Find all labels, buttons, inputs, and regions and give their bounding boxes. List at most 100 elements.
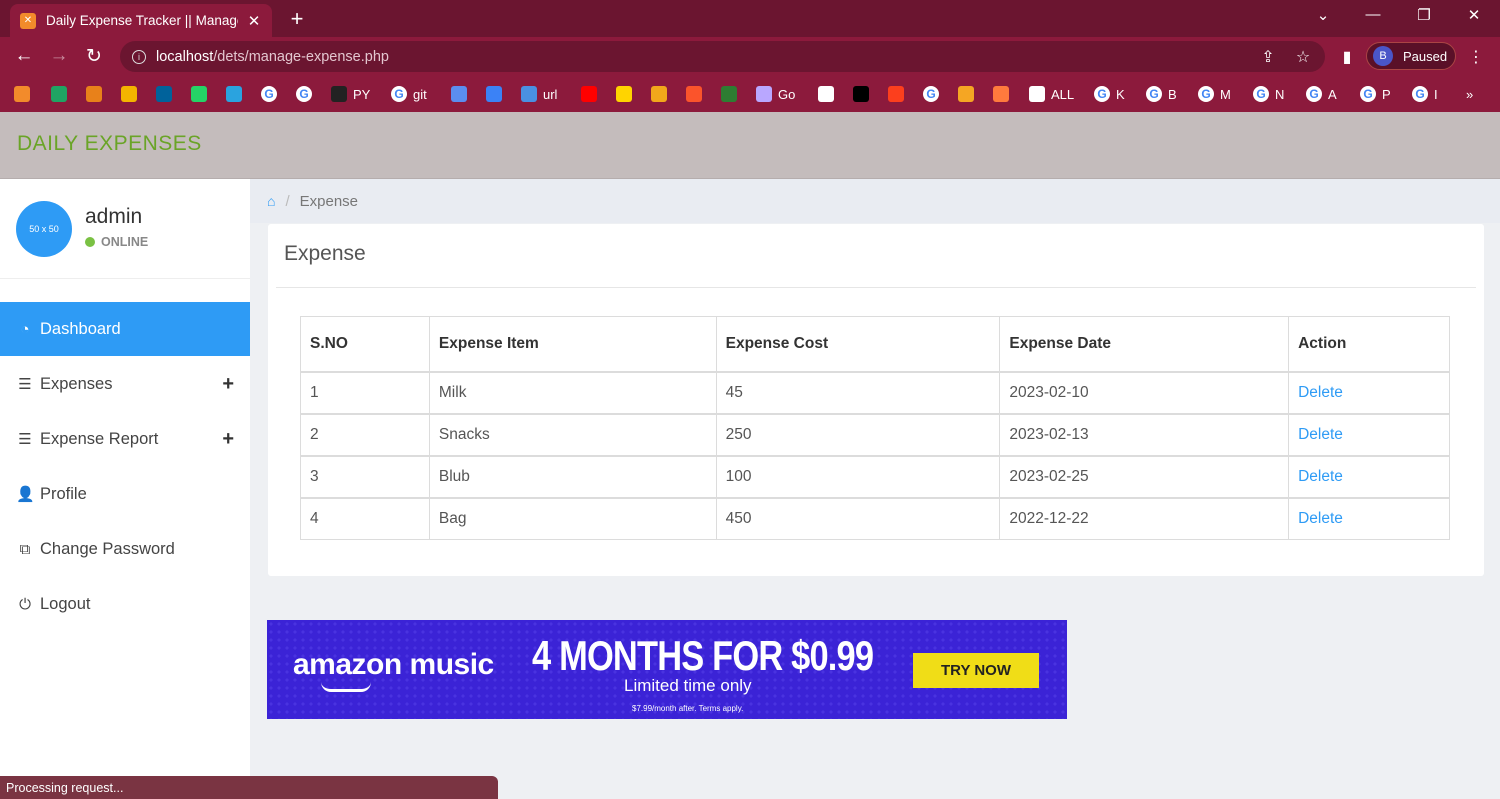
bookmark-item[interactable] bbox=[721, 84, 743, 104]
arrow-icon bbox=[958, 86, 974, 102]
profile-button[interactable]: B Paused bbox=[1366, 42, 1456, 70]
home-icon[interactable]: ⌂ bbox=[267, 193, 275, 209]
sidebar-item-expense-report[interactable]: ☰ Expense Report + bbox=[0, 412, 250, 466]
sidebar-item-label: Profile bbox=[40, 484, 87, 503]
bookmark-item[interactable]: GN bbox=[1253, 84, 1284, 104]
more-bookmarks-chevron-icon[interactable]: » bbox=[1466, 84, 1473, 104]
go-icon bbox=[756, 86, 772, 102]
sidebar-item-expenses[interactable]: ☰ Expenses + bbox=[0, 357, 250, 411]
brand-title[interactable]: DAILY EXPENSES bbox=[17, 132, 202, 156]
sidebar-item-dashboard[interactable]: ◔ Dashboard bbox=[0, 302, 250, 356]
expand-plus-icon[interactable]: + bbox=[222, 373, 234, 396]
column-header: Expense Date bbox=[999, 316, 1290, 372]
bookmark-item[interactable] bbox=[451, 84, 473, 104]
bookmark-item[interactable]: Go bbox=[756, 84, 795, 104]
bookmark-item[interactable] bbox=[616, 84, 638, 104]
bookmark-item[interactable]: ALL bbox=[1029, 84, 1074, 104]
bookmark-item[interactable]: GB bbox=[1146, 84, 1177, 104]
bookmark-item[interactable]: Ggit bbox=[391, 84, 427, 104]
bookmark-star-icon[interactable]: ☆ bbox=[1293, 47, 1313, 67]
try-now-button[interactable]: TRY NOW bbox=[913, 653, 1039, 688]
browser-tab[interactable]: ✕ Daily Expense Tracker || Manage E ✕ bbox=[10, 4, 272, 37]
google-icon: G bbox=[1094, 86, 1110, 102]
bookmark-label: I bbox=[1434, 86, 1438, 102]
sidebar-item-profile[interactable]: 👤 Profile bbox=[0, 467, 250, 521]
bookmark-label: N bbox=[1275, 86, 1285, 102]
bookmark-item[interactable] bbox=[651, 84, 673, 104]
sidebar-item-label: Change Password bbox=[40, 539, 175, 558]
bookmark-item[interactable] bbox=[888, 84, 910, 104]
page-title: Expense bbox=[284, 242, 366, 265]
profile-status: Paused bbox=[1403, 48, 1448, 64]
bookmark-label: A bbox=[1328, 86, 1337, 102]
tab-search-chevron-icon[interactable]: ⌄ bbox=[1311, 6, 1335, 24]
bookmark-item[interactable]: PY bbox=[331, 84, 370, 104]
bookmark-item[interactable] bbox=[226, 84, 248, 104]
browser-menu-icon[interactable]: ⋮ bbox=[1466, 47, 1486, 67]
back-arrow-icon[interactable]: ← bbox=[12, 45, 36, 67]
bookmark-label: M bbox=[1220, 86, 1231, 102]
bookmark-item[interactable]: GM bbox=[1198, 84, 1231, 104]
close-tab-icon[interactable]: ✕ bbox=[246, 12, 262, 30]
bookmark-item[interactable] bbox=[686, 84, 708, 104]
bookmark-item[interactable]: GK bbox=[1094, 84, 1125, 104]
bookmark-item[interactable] bbox=[156, 84, 178, 104]
bookmark-item[interactable]: G bbox=[923, 84, 945, 104]
bookmark-item[interactable] bbox=[51, 84, 73, 104]
table-row: 4 Bag 450 2022-12-22 Delete bbox=[300, 496, 1450, 540]
bookmark-item[interactable] bbox=[14, 84, 36, 104]
sidebar-item-change-password[interactable]: ⧉ Change Password bbox=[0, 522, 250, 576]
delete-link[interactable]: Delete bbox=[1298, 426, 1343, 443]
cell-date: 2023-02-25 bbox=[999, 454, 1290, 498]
bookmark-label: K bbox=[1116, 86, 1125, 102]
bookmark-item[interactable]: G bbox=[261, 84, 283, 104]
restore-icon[interactable]: ❐ bbox=[1412, 6, 1436, 24]
bookmark-item[interactable] bbox=[191, 84, 213, 104]
cell-date: 2023-02-13 bbox=[999, 412, 1290, 456]
power-icon: ⏻ bbox=[19, 595, 31, 613]
bookmark-item[interactable]: G bbox=[296, 84, 318, 104]
site-info-icon[interactable]: i bbox=[132, 49, 146, 64]
bookmark-item[interactable] bbox=[486, 84, 508, 104]
share-icon[interactable]: ⇪ bbox=[1258, 47, 1278, 67]
cell-sno: 1 bbox=[300, 370, 430, 414]
expand-plus-icon[interactable]: + bbox=[222, 428, 234, 451]
bookmark-item[interactable] bbox=[853, 84, 875, 104]
bookmark-item[interactable] bbox=[818, 84, 840, 104]
bookmark-item[interactable] bbox=[121, 84, 143, 104]
bookmark-item[interactable]: GP bbox=[1360, 84, 1391, 104]
side-panel-icon[interactable]: ▮ bbox=[1337, 47, 1357, 67]
telegram-icon bbox=[226, 86, 242, 102]
address-bar-input[interactable]: i localhost/dets/manage-expense.php bbox=[120, 41, 1325, 72]
close-window-icon[interactable]: ✕ bbox=[1462, 6, 1486, 24]
google-icon: G bbox=[296, 86, 312, 102]
new-tab-icon[interactable]: + bbox=[286, 6, 308, 32]
whatsapp-icon bbox=[191, 86, 207, 102]
cell-action: Delete bbox=[1288, 370, 1450, 414]
delete-link[interactable]: Delete bbox=[1298, 468, 1343, 485]
ad-fineprint: $7.99/month after. Terms apply. bbox=[632, 704, 744, 713]
ad-banner[interactable]: amazon music 4 MONTHS FOR $0.99 Limited … bbox=[267, 620, 1067, 719]
bookmark-item[interactable]: url bbox=[521, 84, 557, 104]
bookmark-item[interactable] bbox=[581, 84, 603, 104]
video-icon bbox=[651, 86, 667, 102]
bookmark-item[interactable]: GI bbox=[1412, 84, 1438, 104]
bookmark-item[interactable] bbox=[958, 84, 980, 104]
column-header: Action bbox=[1288, 316, 1450, 372]
reload-icon[interactable]: ↻ bbox=[82, 45, 106, 68]
delete-link[interactable]: Delete bbox=[1298, 510, 1343, 527]
bookmark-item[interactable]: GA bbox=[1306, 84, 1337, 104]
bookmark-item[interactable] bbox=[993, 84, 1015, 104]
google-icon: G bbox=[1412, 86, 1428, 102]
blue-icon bbox=[451, 86, 467, 102]
cell-sno: 3 bbox=[300, 454, 430, 498]
sidebar-item-logout[interactable]: ⏻ Logout bbox=[0, 577, 250, 631]
expense-table: S.NO Expense Item Expense Cost Expense D… bbox=[300, 316, 1450, 540]
table-row: 2 Snacks 250 2023-02-13 Delete bbox=[300, 412, 1450, 456]
table-row: 3 Blub 100 2023-02-25 Delete bbox=[300, 454, 1450, 498]
bookmark-label: ALL bbox=[1051, 86, 1075, 102]
forward-arrow-icon[interactable]: → bbox=[47, 45, 71, 67]
bookmark-item[interactable] bbox=[86, 84, 108, 104]
delete-link[interactable]: Delete bbox=[1298, 384, 1343, 401]
minimize-icon[interactable]: — bbox=[1361, 6, 1385, 23]
